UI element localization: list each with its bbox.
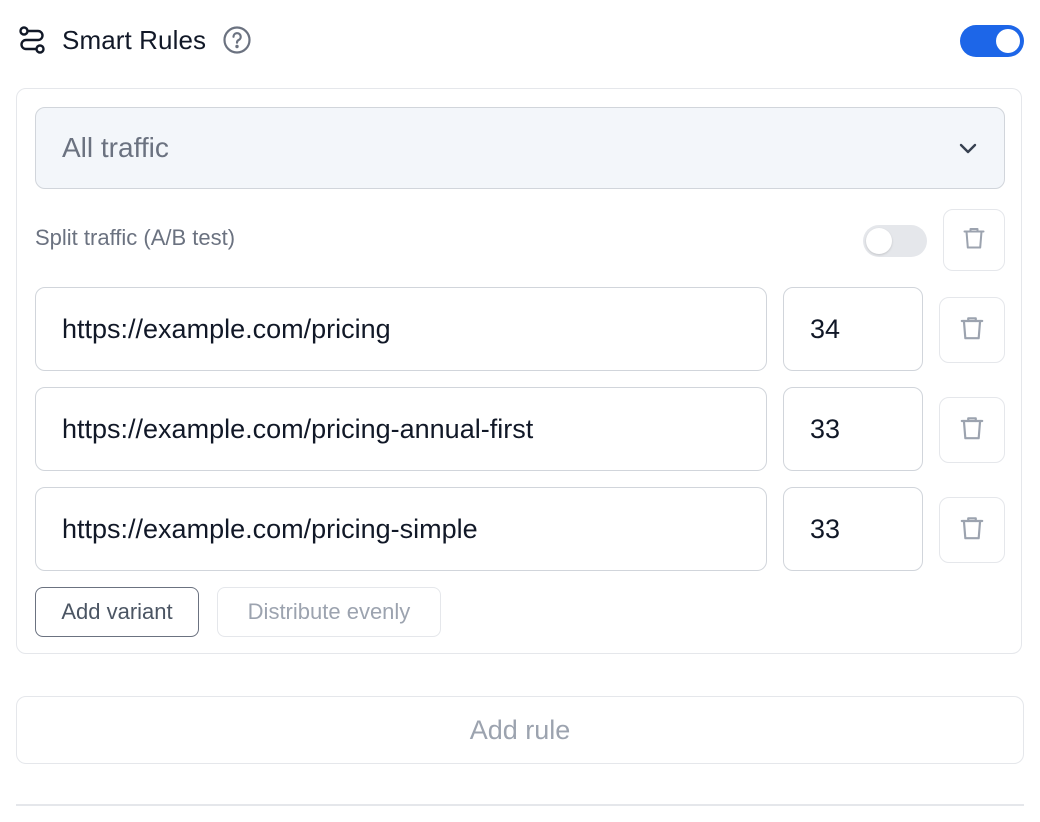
distribute-evenly-button[interactable]: Distribute evenly — [217, 587, 441, 637]
delete-variant-button[interactable] — [939, 397, 1005, 463]
toggle-knob — [866, 228, 892, 254]
toggle-knob — [996, 29, 1020, 53]
trash-icon — [961, 225, 987, 256]
delete-variant-button[interactable] — [939, 297, 1005, 363]
split-traffic-row: Split traffic (A/B test) — [35, 209, 1005, 271]
variant-row: https://example.com/pricing-annual-first… — [35, 387, 1005, 471]
variant-url-input[interactable]: https://example.com/pricing-simple — [35, 487, 767, 571]
routing-icon — [16, 24, 48, 56]
add-variant-button[interactable]: Add variant — [35, 587, 199, 637]
variant-row: https://example.com/pricing 34 — [35, 287, 1005, 371]
audience-select-value: All traffic — [62, 132, 169, 163]
section-title: Smart Rules — [62, 24, 207, 55]
split-traffic-toggle[interactable] — [863, 225, 927, 257]
rule-card: All traffic Split traffic (A/B test) htt… — [16, 88, 1022, 654]
smart-rules-header: Smart Rules — [16, 18, 1024, 62]
add-rule-button[interactable]: Add rule — [16, 696, 1024, 764]
variant-percent-input[interactable]: 34 — [783, 287, 923, 371]
variant-percent-input[interactable]: 33 — [783, 387, 923, 471]
variant-url-input[interactable]: https://example.com/pricing — [35, 287, 767, 371]
audience-select[interactable]: All traffic — [35, 107, 1005, 189]
variant-url-input[interactable]: https://example.com/pricing-annual-first — [35, 387, 767, 471]
smart-rules-toggle[interactable] — [960, 25, 1024, 57]
help-circle-icon[interactable] — [222, 25, 252, 55]
section-divider — [16, 804, 1024, 806]
trash-icon — [958, 414, 986, 447]
variant-row: https://example.com/pricing-simple 33 — [35, 487, 1005, 571]
trash-icon — [958, 314, 986, 347]
split-traffic-label: Split traffic (A/B test) — [35, 225, 236, 250]
trash-icon — [958, 514, 986, 547]
chevron-down-icon — [956, 136, 980, 160]
variant-percent-input[interactable]: 33 — [783, 487, 923, 571]
delete-rule-button[interactable] — [943, 209, 1005, 271]
delete-variant-button[interactable] — [939, 497, 1005, 563]
